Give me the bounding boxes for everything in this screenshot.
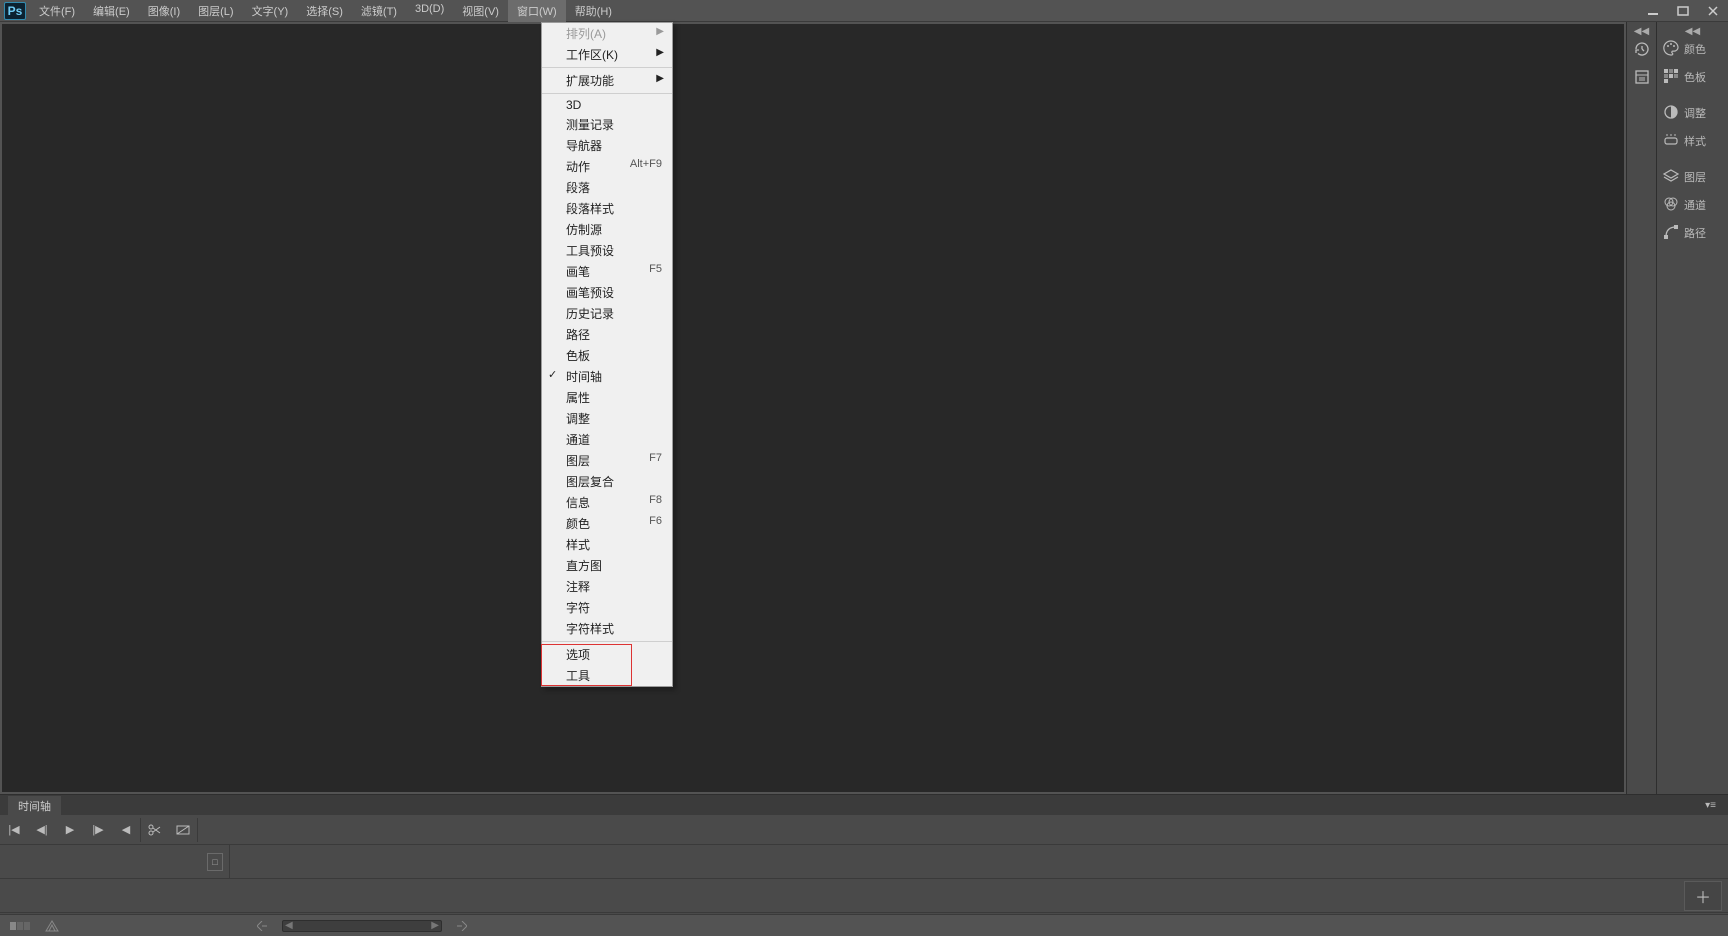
timecode-icon[interactable] [8, 919, 32, 933]
color-icon [1663, 40, 1679, 59]
menu-item-注释[interactable]: 注释 [542, 576, 672, 597]
panel-paths[interactable]: 路径 [1657, 219, 1728, 247]
menu-select[interactable]: 选择(S) [297, 0, 352, 22]
menu-file[interactable]: 文件(F) [30, 0, 84, 22]
close-button[interactable] [1698, 0, 1728, 22]
panel-label: 颜色 [1684, 41, 1706, 57]
transition-icon[interactable] [169, 818, 197, 842]
menubar: Ps 文件(F) 编辑(E) 图像(I) 图层(L) 文字(Y) 选择(S) 滤… [0, 0, 1728, 22]
maximize-button[interactable] [1668, 0, 1698, 22]
menu-item-段落[interactable]: 段落 [542, 177, 672, 198]
timeline-panel: 时间轴 ▾≡ |◀ ◀| ▶ |▶ ◀ □ ＋ [0, 794, 1728, 914]
menu-items: 文件(F) 编辑(E) 图像(I) 图层(L) 文字(Y) 选择(S) 滤镜(T… [30, 0, 621, 22]
track-collapse-icon[interactable]: □ [207, 853, 223, 871]
menu-item-色板[interactable]: 色板 [542, 345, 672, 366]
menu-item-段落样式[interactable]: 段落样式 [542, 198, 672, 219]
menu-item-仿制源[interactable]: 仿制源 [542, 219, 672, 240]
prev-frame-icon[interactable]: ◀| [28, 818, 56, 842]
panel-styles[interactable]: 样式 [1657, 127, 1728, 155]
panel-menu-icon[interactable]: ▾≡ [1705, 800, 1716, 811]
menu-item-时间轴[interactable]: ✓时间轴 [542, 366, 672, 387]
menu-item-选项[interactable]: 选项 [542, 644, 672, 665]
next-frame-icon[interactable]: |▶ [84, 818, 112, 842]
menu-item-工作区k[interactable]: 工作区(K)▶ [542, 44, 672, 65]
statusbar: ◀▶ [0, 914, 1728, 936]
menu-item-工具[interactable]: 工具 [542, 665, 672, 686]
menu-item-图层[interactable]: 图层F7 [542, 450, 672, 471]
menu-item-颜色[interactable]: 颜色F6 [542, 513, 672, 534]
panel-column: ◀◀ 颜色色板调整样式图层通道路径 [1656, 22, 1728, 794]
panel-label: 图层 [1684, 169, 1706, 185]
render-icon[interactable] [40, 919, 64, 933]
panel-channels[interactable]: 通道 [1657, 191, 1728, 219]
menu-item-调整[interactable]: 调整 [542, 408, 672, 429]
menu-item-扩展功能[interactable]: 扩展功能▶ [542, 70, 672, 91]
add-media-button[interactable]: ＋ [1684, 881, 1722, 911]
app-logo: Ps [0, 0, 30, 22]
zoom-in-icon[interactable] [450, 919, 474, 933]
panel-label: 调整 [1684, 105, 1706, 121]
styles-icon [1663, 132, 1679, 151]
menu-item-工具预设[interactable]: 工具预设 [542, 240, 672, 261]
menu-item-排列a: 排列(A)▶ [542, 23, 672, 44]
collapse-arrow-icon[interactable]: ◀◀ [1657, 27, 1728, 35]
channels-icon [1663, 196, 1679, 215]
menu-item-路径[interactable]: 路径 [542, 324, 672, 345]
menu-filter[interactable]: 滤镜(T) [352, 0, 406, 22]
menu-window[interactable]: 窗口(W) [508, 0, 566, 22]
panel-swatches[interactable]: 色板 [1657, 63, 1728, 91]
swatches-icon [1663, 68, 1679, 87]
panel-layers[interactable]: 图层 [1657, 163, 1728, 191]
panel-adjustments[interactable]: 调整 [1657, 99, 1728, 127]
menu-layer[interactable]: 图层(L) [189, 0, 242, 22]
audio-preview-icon[interactable]: ◀ [112, 818, 140, 842]
menu-item-字符样式[interactable]: 字符样式 [542, 618, 672, 639]
panel-label: 通道 [1684, 197, 1706, 213]
menu-item-图层复合[interactable]: 图层复合 [542, 471, 672, 492]
adjustments-icon [1663, 104, 1679, 123]
menu-type[interactable]: 文字(Y) [243, 0, 298, 22]
window-controls [1638, 0, 1728, 22]
zoom-out-icon[interactable] [250, 919, 274, 933]
paths-icon [1663, 224, 1679, 243]
menu-item-画笔[interactable]: 画笔F5 [542, 261, 672, 282]
layers-icon [1663, 168, 1679, 187]
panel-label: 路径 [1684, 225, 1706, 241]
menu-help[interactable]: 帮助(H) [566, 0, 621, 22]
menu-item-通道[interactable]: 通道 [542, 429, 672, 450]
menu-item-属性[interactable]: 属性 [542, 387, 672, 408]
panel-label: 样式 [1684, 133, 1706, 149]
menu-item-样式[interactable]: 样式 [542, 534, 672, 555]
zoom-slider[interactable]: ◀▶ [282, 920, 442, 932]
timeline-tab[interactable]: 时间轴 [8, 796, 61, 816]
iconbar-left: ◀◀ [1626, 22, 1656, 794]
menu-item-导航器[interactable]: 导航器 [542, 135, 672, 156]
split-clip-icon[interactable] [141, 818, 169, 842]
collapse-arrow-icon[interactable]: ◀◀ [1627, 27, 1656, 35]
window-dropdown: 排列(A)▶工作区(K)▶ 扩展功能▶ 3D测量记录导航器动作Alt+F9段落段落样… [541, 22, 673, 687]
properties-icon[interactable] [1627, 63, 1656, 91]
goto-first-frame-icon[interactable]: |◀ [0, 818, 28, 842]
menu-item-画笔预设[interactable]: 画笔预设 [542, 282, 672, 303]
menu-3d[interactable]: 3D(D) [406, 0, 453, 22]
menu-item-字符[interactable]: 字符 [542, 597, 672, 618]
menu-image[interactable]: 图像(I) [139, 0, 189, 22]
menu-item-历史记录[interactable]: 历史记录 [542, 303, 672, 324]
minimize-button[interactable] [1638, 0, 1668, 22]
menu-item-动作[interactable]: 动作Alt+F9 [542, 156, 672, 177]
menu-item-测量记录[interactable]: 测量记录 [542, 114, 672, 135]
canvas-area [2, 24, 1624, 792]
panel-label: 色板 [1684, 69, 1706, 85]
menu-edit[interactable]: 编辑(E) [84, 0, 139, 22]
panel-color[interactable]: 颜色 [1657, 35, 1728, 63]
history-icon[interactable] [1627, 35, 1656, 63]
menu-item-直方图[interactable]: 直方图 [542, 555, 672, 576]
play-icon[interactable]: ▶ [56, 818, 84, 842]
menu-item-3d[interactable]: 3D [542, 96, 672, 114]
menu-view[interactable]: 视图(V) [453, 0, 508, 22]
menu-item-信息[interactable]: 信息F8 [542, 492, 672, 513]
